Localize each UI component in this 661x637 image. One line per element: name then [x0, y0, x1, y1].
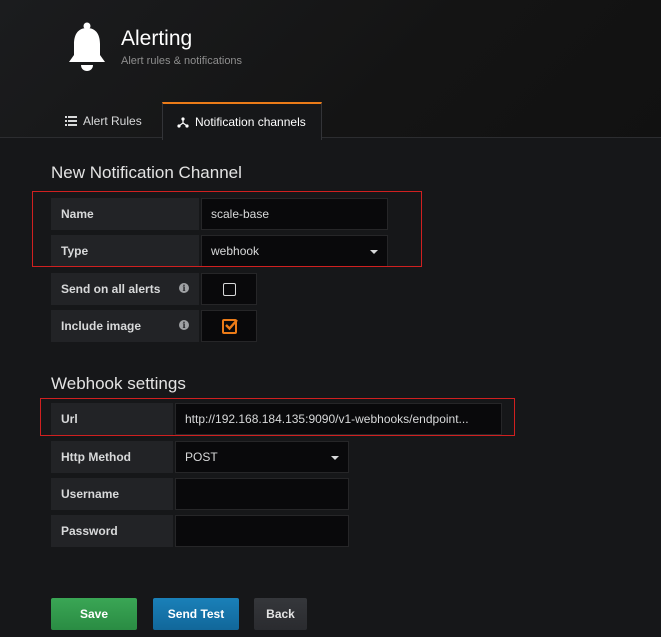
send-all-alerts-label: Send on all alerts i: [51, 273, 199, 305]
back-button[interactable]: Back: [254, 598, 307, 630]
save-button[interactable]: Save: [51, 598, 137, 630]
section-title-channel: New Notification Channel: [51, 163, 242, 182]
bell-icon: [69, 22, 105, 71]
tab-alert-rules-label: Alert Rules: [83, 113, 142, 128]
section-title-webhook: Webhook settings: [51, 374, 186, 393]
http-method-value: POST: [185, 450, 218, 464]
info-icon[interactable]: i: [179, 320, 189, 330]
info-icon[interactable]: i: [179, 283, 189, 293]
password-input[interactable]: [175, 515, 349, 547]
send-all-alerts-cell: [201, 273, 257, 305]
password-label: Password: [51, 515, 173, 547]
page-title: Alerting: [121, 27, 193, 50]
username-input[interactable]: [175, 478, 349, 510]
highlight-box-url: [40, 398, 515, 436]
http-method-select[interactable]: POST: [175, 441, 349, 473]
page-subtitle: Alert rules & notifications: [121, 55, 243, 67]
list-icon: [65, 115, 77, 126]
include-image-text: Include image: [61, 319, 142, 333]
include-image-checkbox[interactable]: [222, 319, 238, 334]
send-all-alerts-checkbox[interactable]: [223, 283, 236, 296]
send-all-alerts-text: Send on all alerts: [61, 282, 161, 296]
tab-notification-channels-label: Notification channels: [195, 115, 306, 129]
tab-alert-rules[interactable]: Alert Rules: [51, 102, 161, 139]
send-test-button[interactable]: Send Test: [153, 598, 239, 630]
include-image-cell: [201, 310, 257, 342]
highlight-box-channel: [32, 191, 422, 267]
include-image-label: Include image i: [51, 310, 199, 342]
share-icon: [177, 116, 189, 128]
caret-down-icon: [331, 456, 339, 460]
username-label: Username: [51, 478, 173, 510]
http-method-label: Http Method: [51, 441, 173, 473]
tab-notification-channels[interactable]: Notification channels: [162, 102, 322, 140]
checkmark-icon: [225, 319, 238, 331]
